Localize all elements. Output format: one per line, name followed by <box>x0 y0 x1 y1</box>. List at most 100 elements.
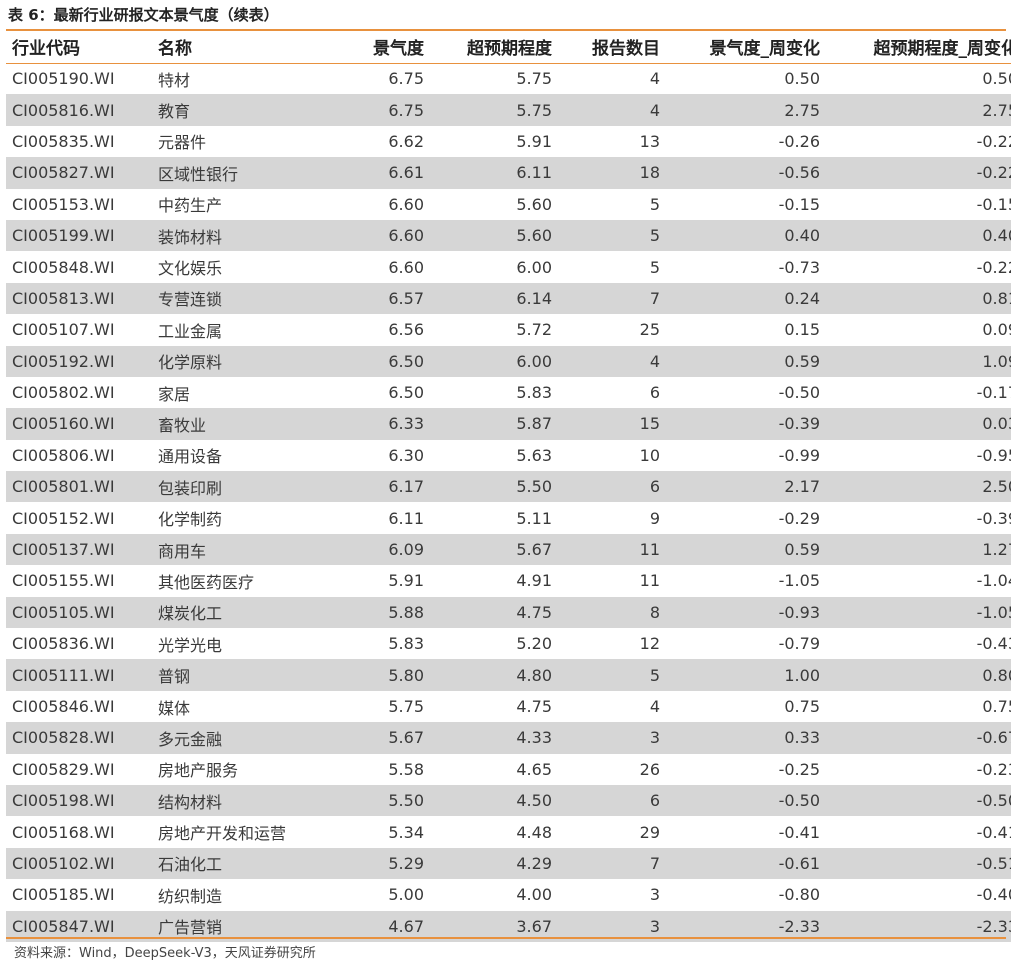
cell-code: CI005152.WI <box>12 508 115 528</box>
cell-sentiment: 5.29 <box>328 847 424 880</box>
cell-code: CI005836.WI <box>12 634 115 654</box>
cell-name: 通用设备 <box>158 447 223 467</box>
table-row: CI005168.WI 房地产开发和运营 5.34 4.48 29 -0.41 -0.41 <box>6 816 1011 847</box>
cell-reports: 18 <box>552 157 660 189</box>
cell-sentiment-change: -0.29 <box>778 508 820 528</box>
cell-name: 商用车 <box>152 533 328 566</box>
cell-expectation-change: 0.81 <box>820 282 1011 315</box>
cell-sentiment-change: -1.05 <box>778 571 820 591</box>
header-sentiment: 景气度 <box>328 31 424 64</box>
cell-expectation: 6.14 <box>424 282 552 315</box>
cell-name: 石油化工 <box>152 847 328 880</box>
cell-sentiment-change: -0.80 <box>778 885 820 905</box>
source-note: 资料来源：Wind，DeepSeek-V3，天风证券研究所 <box>14 946 316 961</box>
cell-reports: 13 <box>639 131 660 151</box>
cell-code: CI005137.WI <box>6 533 152 566</box>
cell-reports: 15 <box>552 408 660 440</box>
cell-sentiment-change: 0.59 <box>660 345 820 377</box>
cell-sentiment-change: 0.59 <box>660 533 820 566</box>
cell-code: CI005813.WI <box>6 282 152 315</box>
cell-reports: 25 <box>639 320 660 340</box>
cell-name: 畜牧业 <box>152 408 328 440</box>
cell-code: CI005828.WI <box>6 722 152 754</box>
cell-expectation-change: -0.22 <box>976 131 1011 151</box>
cell-sentiment: 6.62 <box>388 131 424 151</box>
cell-name: 专营连锁 <box>152 282 328 315</box>
cell-sentiment-change: -0.50 <box>778 383 820 403</box>
cell-name: 其他医药医疗 <box>158 572 255 592</box>
cell-name: 区域性银行 <box>152 157 328 189</box>
cell-sentiment-change: -0.61 <box>660 847 820 880</box>
cell-name: 结构材料 <box>152 784 328 817</box>
cell-expectation: 4.65 <box>516 759 552 779</box>
cell-name: 煤炭化工 <box>152 596 328 629</box>
table-title: 表 6：最新行业研报文本景气度（续表） <box>8 6 279 24</box>
cell-name: 工业金属 <box>158 321 223 341</box>
table-row: CI005836.WI 光学光电 5.83 5.20 12 -0.79 -0.43 <box>6 628 1011 659</box>
table-row: CI005105.WI煤炭化工5.884.758-0.93-1.05 <box>6 596 1011 629</box>
cell-name: 普钢 <box>152 659 328 691</box>
cell-expectation: 4.91 <box>516 571 552 591</box>
cell-sentiment-change: 0.24 <box>660 282 820 315</box>
cell-name: 元器件 <box>158 133 207 153</box>
cell-expectation-change: -0.22 <box>820 157 1011 189</box>
cell-expectation: 4.29 <box>424 847 552 880</box>
cell-reports: 4 <box>649 697 660 716</box>
cell-code: CI005105.WI <box>6 596 152 629</box>
cell-expectation: 5.83 <box>516 383 552 403</box>
cell-expectation-change: -0.50 <box>820 784 1011 817</box>
cell-code: CI005185.WI <box>12 885 115 905</box>
cell-sentiment-change: 1.00 <box>660 659 820 691</box>
cell-sentiment-change: -0.26 <box>778 131 820 151</box>
cell-expectation-change: -0.23 <box>976 759 1011 779</box>
cell-name: 包装印刷 <box>152 471 328 503</box>
cell-sentiment: 6.17 <box>328 471 424 503</box>
cell-expectation-change: 0.50 <box>982 69 1011 89</box>
cell-sentiment-change: -0.93 <box>660 596 820 629</box>
cell-reports: 5 <box>552 659 660 691</box>
table-row: CI005153.WI 中药生产 6.60 5.60 5 -0.15 -0.15 <box>6 189 1011 220</box>
cell-sentiment: 6.60 <box>388 194 424 214</box>
cell-sentiment: 6.56 <box>388 320 424 340</box>
cell-sentiment: 6.50 <box>328 345 424 377</box>
sentiment-table: 行业代码 名称 景气度 超预期程度 报告数目 景气度_周变化 超预期程度_周变化… <box>6 31 1011 942</box>
table-row: CI005102.WI石油化工5.294.297-0.61-0.51 <box>6 847 1011 880</box>
cell-reports: 7 <box>552 282 660 315</box>
cell-sentiment-change: -0.15 <box>778 194 820 214</box>
cell-sentiment: 6.09 <box>328 533 424 566</box>
cell-expectation-change: -0.67 <box>820 722 1011 754</box>
cell-sentiment: 6.75 <box>388 69 424 89</box>
cell-expectation-change: 0.09 <box>982 320 1011 340</box>
table-row: CI005198.WI结构材料5.504.506-0.50-0.50 <box>6 784 1011 817</box>
cell-name: 纺织制造 <box>158 886 223 906</box>
cell-name: 家居 <box>158 384 191 404</box>
cell-sentiment: 5.75 <box>388 697 424 716</box>
cell-name: 中药生产 <box>158 196 223 216</box>
cell-expectation: 5.11 <box>516 508 552 528</box>
cell-sentiment: 5.58 <box>388 759 424 779</box>
cell-name: 文化娱乐 <box>158 259 223 279</box>
cell-sentiment: 5.50 <box>328 784 424 817</box>
cell-expectation-change: -0.15 <box>976 194 1011 214</box>
cell-code: CI005199.WI <box>6 219 152 252</box>
cell-expectation: 5.72 <box>516 320 552 340</box>
header-expectation: 超预期程度 <box>424 31 552 64</box>
cell-expectation: 5.60 <box>516 194 552 214</box>
cell-name: 化学原料 <box>152 345 328 377</box>
header-sentiment-change: 景气度_周变化 <box>660 31 820 64</box>
table-row: CI005185.WI 纺织制造 5.00 4.00 3 -0.80 -0.40 <box>6 879 1011 910</box>
cell-reports: 4 <box>552 94 660 126</box>
cell-expectation-change: 1.27 <box>820 533 1011 566</box>
cell-code: CI005155.WI <box>12 571 115 591</box>
cell-code: CI005801.WI <box>6 471 152 503</box>
cell-expectation-change: -0.39 <box>976 508 1011 528</box>
cell-name: 特材 <box>158 70 191 90</box>
cell-code: CI005802.WI <box>12 383 115 403</box>
cell-reports: 11 <box>639 571 660 591</box>
cell-sentiment-change: -0.39 <box>660 408 820 440</box>
cell-sentiment-change: 0.15 <box>784 320 820 340</box>
cell-expectation: 4.80 <box>424 659 552 691</box>
cell-code: CI005153.WI <box>12 194 115 214</box>
cell-code: CI005198.WI <box>6 784 152 817</box>
cell-sentiment-change: -0.99 <box>778 445 820 465</box>
